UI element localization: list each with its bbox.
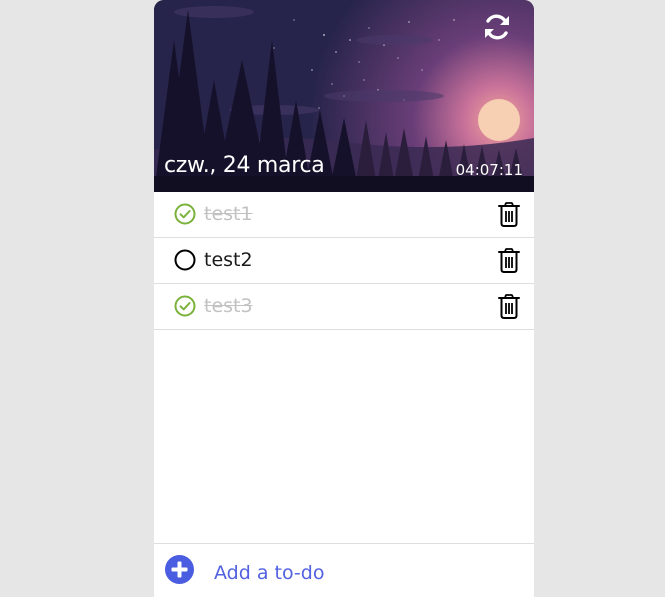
checked-circle-icon[interactable] [174, 203, 196, 225]
refresh-icon[interactable] [482, 12, 512, 42]
add-todo-bar: Add a to-do [154, 543, 534, 597]
todo-item: test2 [154, 238, 534, 284]
todo-app: czw., 24 marca 04:07:11 test1 test2 test… [154, 0, 534, 597]
todo-list: test1 test2 test3 [154, 192, 534, 330]
todo-item: test1 [154, 192, 534, 238]
current-time: 04:07:11 [455, 161, 523, 179]
plus-circle-icon[interactable] [165, 555, 194, 584]
add-todo-button[interactable]: Add a to-do [214, 562, 324, 584]
todo-item: test3 [154, 284, 534, 330]
header-banner: czw., 24 marca 04:07:11 [154, 0, 534, 192]
todo-text[interactable]: test1 [204, 192, 253, 237]
trash-icon[interactable] [498, 248, 520, 273]
trash-icon[interactable] [498, 202, 520, 227]
todo-text[interactable]: test2 [204, 238, 253, 283]
todo-text[interactable]: test3 [204, 284, 253, 329]
current-date: czw., 24 marca [164, 153, 325, 178]
unchecked-circle-icon[interactable] [174, 249, 196, 271]
checked-circle-icon[interactable] [174, 295, 196, 317]
trash-icon[interactable] [498, 294, 520, 319]
